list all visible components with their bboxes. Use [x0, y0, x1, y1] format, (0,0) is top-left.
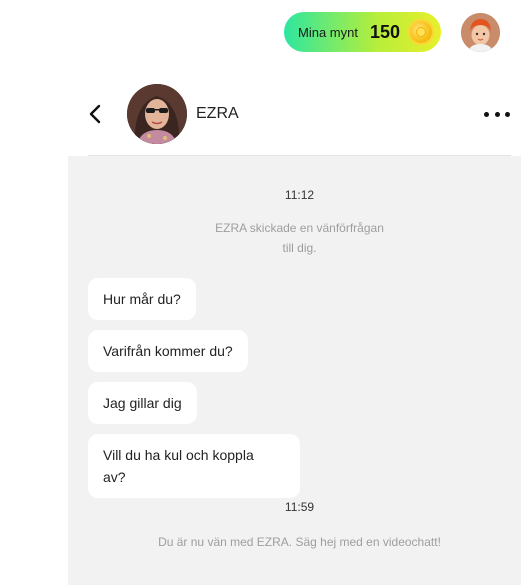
more-dot [484, 111, 489, 117]
system-message-line: Du är nu vän med EZRA. Säg hej med en vi… [158, 535, 441, 549]
top-bar: Mina mynt 150 [0, 0, 521, 70]
timestamp: 11:12 [284, 188, 315, 202]
left-sidebar [0, 0, 68, 585]
chat-header: EZRA [68, 72, 521, 156]
timestamp: 11:59 [284, 500, 315, 514]
contact-avatar[interactable] [127, 84, 187, 144]
more-dot [505, 111, 510, 117]
user-avatar-icon [461, 13, 500, 52]
message-text: Hur mår du? [103, 291, 181, 307]
contact-name: EZRA [196, 105, 239, 122]
more-button[interactable] [484, 102, 510, 126]
user-avatar[interactable] [461, 13, 500, 52]
message-text: Vill du ha kul och koppla [103, 447, 254, 463]
coins-value: 150 [369, 21, 401, 42]
message-bubble[interactable]: Jag gillar dig [88, 382, 197, 424]
message-text: Varifrån kommer du? [103, 343, 233, 359]
back-button[interactable] [86, 102, 106, 126]
coins-label: Mina mynt [298, 24, 358, 40]
chat-panel: EZRA 11:12 EZRA skickade en vänförfrågan… [68, 72, 521, 585]
coin-icon [410, 21, 432, 43]
message-bubble[interactable]: Vill du ha kul och koppla av? [88, 434, 300, 498]
message-text: Jag gillar dig [103, 395, 182, 411]
system-message-line: EZRA skickade en vänförfrågan [215, 221, 384, 235]
coins-pill[interactable]: Mina mynt 150 [284, 12, 441, 52]
contact-photo [127, 84, 187, 144]
more-dot [494, 111, 500, 117]
message-bubble[interactable]: Varifrån kommer du? [88, 330, 248, 372]
chevron-left-icon [89, 104, 101, 124]
system-message-line: till dig. [282, 241, 317, 255]
message-bubble[interactable]: Hur mår du? [88, 278, 196, 320]
system-message: EZRA skickade en vänförfrågan till dig. [68, 218, 521, 258]
header-divider [88, 155, 511, 156]
system-message: Du är nu vän med EZRA. Säg hej med en vi… [68, 532, 521, 552]
message-text: av? [103, 469, 126, 485]
